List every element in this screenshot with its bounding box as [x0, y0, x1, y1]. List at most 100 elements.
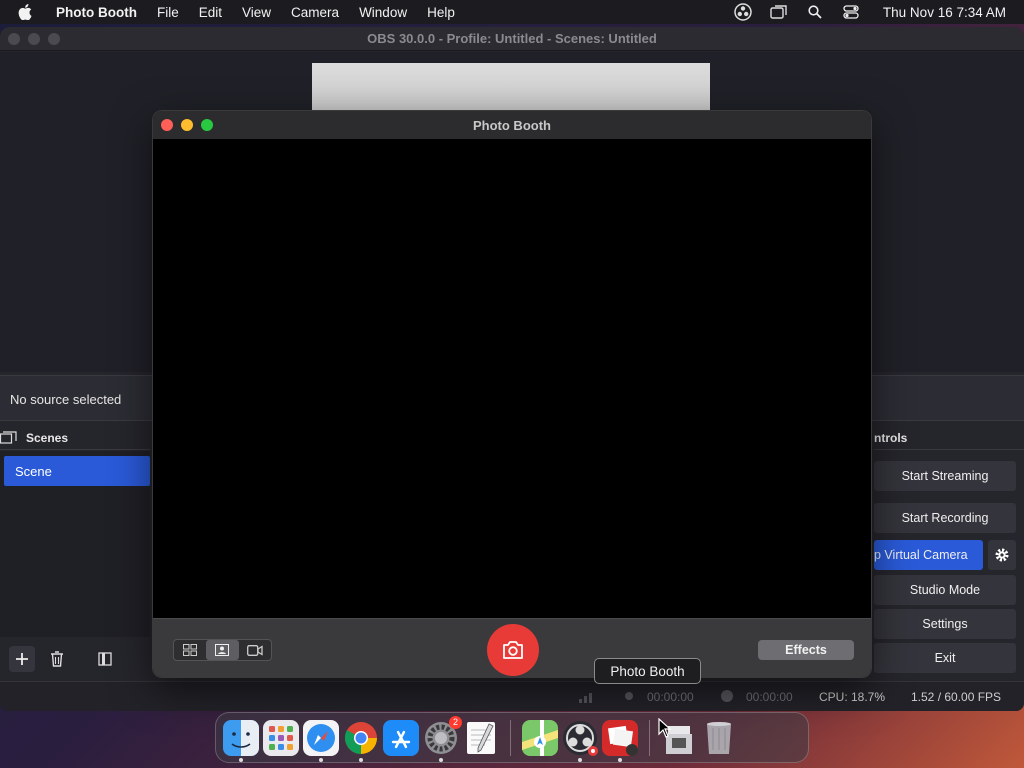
minimize-button[interactable]	[181, 119, 193, 131]
dock-separator	[510, 719, 511, 756]
menu-view[interactable]: View	[232, 5, 281, 20]
app-store-icon	[383, 719, 419, 756]
running-indicator	[239, 757, 243, 762]
running-indicator	[319, 757, 323, 762]
start-recording-button[interactable]: Start Recording	[874, 503, 1016, 533]
running-indicator	[359, 757, 363, 762]
studio-mode-button[interactable]: Studio Mode	[874, 575, 1016, 605]
launchpad-icon	[263, 719, 299, 756]
control-center-icon[interactable]	[841, 4, 861, 20]
chrome-icon	[344, 721, 377, 754]
running-indicator	[439, 757, 443, 762]
dock-separator	[649, 719, 650, 756]
dock-chrome[interactable]	[343, 720, 379, 762]
video-camera-icon	[246, 644, 263, 656]
photo-booth-icon	[602, 719, 638, 756]
gear-icon	[995, 548, 1009, 562]
finder-icon	[223, 719, 259, 756]
obs-zoom-button[interactable]	[48, 33, 60, 45]
scenes-dock-icon[interactable]	[0, 430, 18, 445]
running-indicator	[618, 757, 622, 762]
menu-window[interactable]: Window	[349, 5, 417, 20]
dock-maps[interactable]	[522, 719, 558, 756]
no-source-label: No source selected	[10, 392, 122, 407]
apple-menu-icon[interactable]	[18, 4, 36, 20]
photo-booth-toolbar: Effects	[153, 618, 871, 677]
photo-booth-window: Photo Booth Effects	[152, 110, 872, 678]
menu-camera[interactable]: Camera	[281, 5, 349, 20]
dock-finder[interactable]	[223, 719, 259, 762]
controls-dock-header: ntrols	[874, 426, 1024, 450]
scenes-dock-title: Scenes	[26, 430, 69, 445]
obs-window-controls	[8, 33, 60, 45]
search-icon[interactable]	[805, 4, 825, 20]
grid-icon	[183, 644, 198, 656]
fps-readout: 1.52 / 60.00 FPS	[911, 690, 1002, 704]
textedit-icon	[467, 721, 495, 754]
scene-list-item[interactable]: Scene	[4, 456, 150, 486]
controls-dock-title: ntrols	[874, 430, 908, 445]
virtual-camera-button[interactable]: p Virtual Camera	[874, 540, 983, 570]
menu-edit[interactable]: Edit	[189, 5, 232, 20]
menu-file[interactable]: File	[147, 5, 189, 20]
dock-photo-booth[interactable]	[602, 719, 638, 762]
photo-booth-title: Photo Booth	[473, 117, 551, 133]
single-photo-mode-button[interactable]	[206, 640, 239, 660]
scenes-toolbar	[0, 641, 150, 677]
four-up-mode-button[interactable]	[174, 640, 206, 660]
window-switcher-icon[interactable]	[769, 4, 789, 20]
menubar-clock[interactable]: Thu Nov 16 7:34 AM	[883, 5, 1006, 20]
take-photo-button[interactable]	[487, 624, 539, 676]
photo-booth-titlebar[interactable]: Photo Booth	[153, 111, 871, 139]
cpu-usage: CPU: 18.7%	[819, 690, 886, 704]
record-time: 00:00:00	[746, 690, 793, 704]
menubar-status-area: Thu Nov 16 7:34 AM	[725, 0, 1024, 24]
dock: 2	[215, 712, 809, 763]
trash-icon	[51, 651, 63, 667]
obs-minimize-button[interactable]	[28, 33, 40, 45]
dock-app-store[interactable]	[383, 719, 419, 756]
photo-booth-window-controls	[161, 119, 213, 131]
menu-app-name[interactable]: Photo Booth	[50, 5, 147, 20]
menu-help[interactable]: Help	[417, 5, 465, 20]
exit-button[interactable]: Exit	[874, 643, 1016, 673]
dock-safari[interactable]	[303, 719, 339, 762]
obs-titlebar[interactable]: OBS 30.0.0 - Profile: Untitled - Scenes:…	[0, 27, 1024, 51]
scene-filters-button[interactable]	[92, 646, 118, 672]
stream-status-icon	[623, 690, 635, 705]
trash-icon	[707, 721, 731, 754]
plus-icon	[16, 653, 28, 665]
mouse-cursor-icon	[658, 718, 672, 738]
dock-trash[interactable]	[701, 720, 737, 756]
video-mode-button[interactable]	[239, 640, 271, 660]
record-status-icon	[720, 689, 734, 706]
zoom-button[interactable]	[201, 119, 213, 131]
settings-button[interactable]: Settings	[874, 609, 1016, 639]
capture-mode-selector	[173, 639, 272, 661]
start-streaming-button[interactable]: Start Streaming	[874, 461, 1016, 491]
network-signal-icon	[578, 689, 596, 706]
filter-icon	[98, 652, 112, 666]
dock-tooltip: Photo Booth	[594, 658, 701, 684]
menubar: Photo Booth File Edit View Camera Window…	[0, 0, 1024, 24]
camera-viewfinder	[153, 139, 871, 618]
notification-badge: 2	[449, 715, 462, 729]
close-button[interactable]	[161, 119, 173, 131]
add-scene-button[interactable]	[9, 646, 35, 672]
virtual-camera-settings-button[interactable]	[988, 540, 1016, 570]
maps-icon	[522, 719, 558, 756]
remove-scene-button[interactable]	[44, 646, 70, 672]
obs-status-bar: 00:00:00 00:00:00 CPU: 18.7% 1.52 / 60.0…	[0, 681, 1024, 711]
dock-obs[interactable]	[562, 720, 598, 762]
obs-status-icon[interactable]	[733, 3, 753, 21]
obs-close-button[interactable]	[8, 33, 20, 45]
dock-launchpad[interactable]	[263, 719, 299, 756]
running-indicator	[578, 757, 582, 762]
dock-textedit[interactable]	[463, 720, 499, 756]
camera-icon	[503, 641, 523, 659]
safari-icon	[303, 719, 339, 756]
portrait-icon	[215, 644, 230, 656]
dock-system-settings[interactable]: 2	[423, 715, 462, 762]
effects-button[interactable]: Effects	[758, 640, 854, 660]
scenes-dock-header: Scenes	[0, 426, 150, 450]
